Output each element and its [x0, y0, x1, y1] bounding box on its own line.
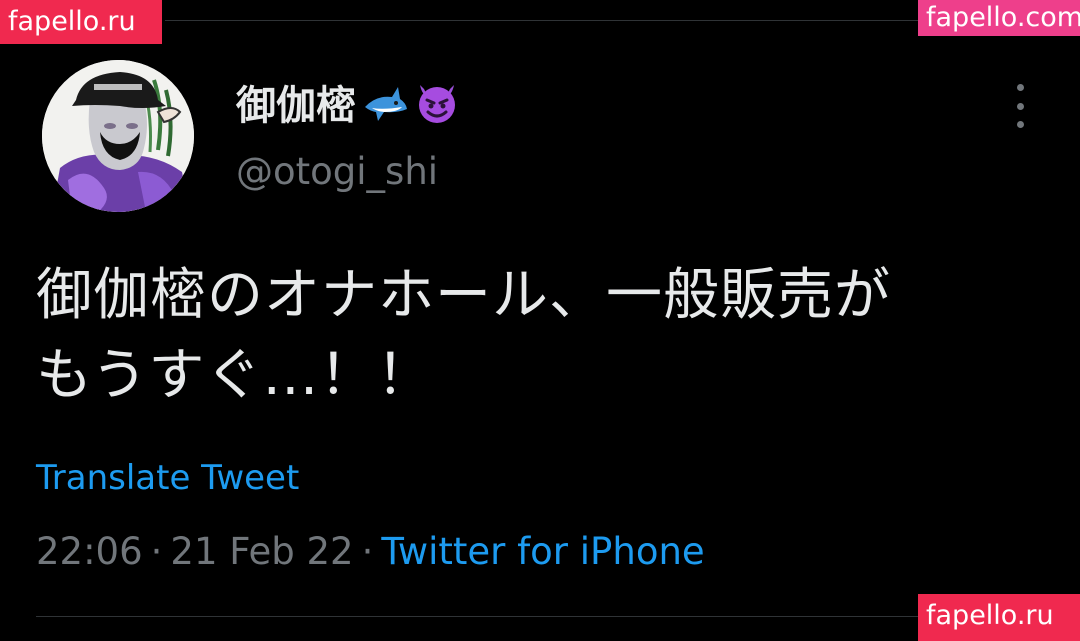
tweet-date[interactable]: 21 Feb 22	[170, 530, 353, 573]
watermark-top-left: fapello.ru	[0, 0, 162, 44]
bottom-divider	[36, 616, 920, 617]
smiling-devil-emoji-icon	[419, 85, 455, 123]
avatar-illustration	[42, 60, 194, 212]
more-vertical-icon-dot	[1016, 121, 1024, 128]
shark-emoji-icon	[365, 87, 407, 121]
tweet-metadata: 22:06 · 21 Feb 22 · Twitter for iPhone	[36, 530, 705, 573]
tweet-text: 御伽樒のオナホール、一般販売が もうすぐ…！！	[36, 256, 1046, 416]
more-options-button[interactable]	[1006, 84, 1034, 128]
watermark-bottom-right: fapello.ru	[918, 594, 1080, 641]
tweet-time[interactable]: 22:06	[36, 530, 143, 573]
separator: ·	[361, 530, 374, 573]
more-vertical-icon	[1016, 84, 1024, 91]
more-vertical-icon-dot	[1016, 102, 1024, 110]
tweet-source-link[interactable]: Twitter for iPhone	[381, 530, 704, 573]
display-name[interactable]: 御伽樒	[236, 73, 356, 131]
translate-tweet-link[interactable]: Translate Tweet	[36, 458, 299, 498]
watermark-top-right: fapello.com	[918, 0, 1080, 36]
separator: ·	[150, 530, 163, 573]
top-divider	[165, 20, 920, 21]
tweet-text-line: もうすぐ…！！	[36, 343, 434, 408]
avatar[interactable]	[42, 60, 194, 212]
username[interactable]: @otogi_shi	[236, 150, 438, 193]
display-name-row[interactable]: 御伽樒	[236, 72, 460, 132]
tweet-text-line: 御伽樒のオナホール、一般販売が	[36, 263, 891, 328]
